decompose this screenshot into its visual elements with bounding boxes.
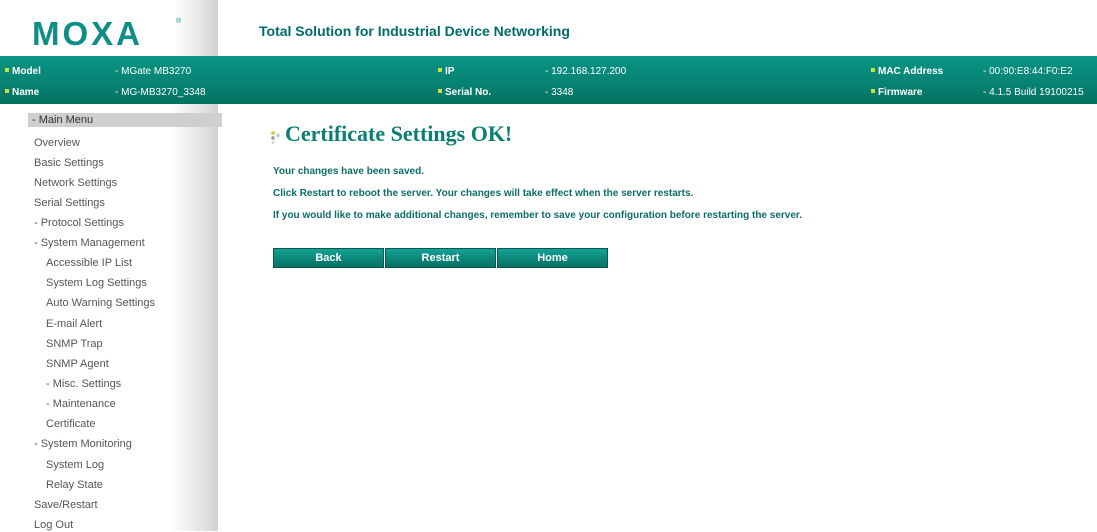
name-label: Name bbox=[5, 87, 39, 99]
menu-item-snmp-trap[interactable]: SNMP Trap bbox=[46, 337, 103, 351]
model-label: Model bbox=[5, 66, 41, 78]
menu-item-relay-state[interactable]: Relay State bbox=[46, 478, 103, 492]
ip-label-text: IP bbox=[445, 66, 455, 77]
sidebar bbox=[0, 104, 218, 531]
menu-item-snmp-agent[interactable]: SNMP Agent bbox=[46, 357, 109, 371]
bullet-square-icon bbox=[871, 68, 875, 73]
title-dots-icon bbox=[271, 131, 280, 144]
message-additional-changes: If you would like to make additional cha… bbox=[273, 210, 803, 221]
page-title: Certificate Settings OK! bbox=[285, 121, 513, 146]
bullet-square-icon bbox=[438, 89, 442, 94]
bullet-square-icon bbox=[5, 68, 9, 73]
bullet-square-icon bbox=[438, 68, 442, 73]
header-tagline: Total Solution for Industrial Device Net… bbox=[259, 23, 570, 39]
menu-item-network-settings[interactable]: Network Settings bbox=[34, 176, 117, 190]
back-button[interactable]: Back bbox=[273, 248, 384, 268]
menu-item-email-alert[interactable]: E-mail Alert bbox=[46, 317, 102, 331]
serial-value: - 3348 bbox=[545, 87, 574, 98]
menu-item-misc-settings[interactable]: - Misc. Settings bbox=[46, 377, 121, 391]
menu-item-auto-warning-settings[interactable]: Auto Warning Settings bbox=[46, 296, 155, 310]
menu-item-system-monitoring[interactable]: - System Monitoring bbox=[34, 437, 132, 451]
message-restart-info: Click Restart to reboot the server. Your… bbox=[273, 188, 694, 199]
menu-item-accessible-ip-list[interactable]: Accessible IP List bbox=[46, 256, 132, 270]
firmware-label-text: Firmware bbox=[878, 87, 923, 98]
name-value: - MG-MB3270_3348 bbox=[115, 87, 206, 98]
message-saved: Your changes have been saved. bbox=[273, 166, 424, 177]
main-menu-title[interactable]: - Main Menu bbox=[28, 113, 222, 127]
menu-item-overview[interactable]: Overview bbox=[34, 136, 80, 150]
menu-item-basic-settings[interactable]: Basic Settings bbox=[34, 156, 104, 170]
device-info-bar: Model - MGate MB3270 Name - MG-MB3270_33… bbox=[0, 56, 1097, 104]
logo-area: MOXA ® bbox=[0, 0, 218, 56]
firmware-label: Firmware bbox=[871, 87, 922, 99]
serial-label: Serial No. bbox=[438, 87, 491, 99]
menu-item-log-out[interactable]: Log Out bbox=[34, 518, 73, 532]
logo-registered-mark: ® bbox=[176, 18, 182, 25]
model-label-text: Model bbox=[12, 66, 41, 77]
mac-value: - 00:90:E8:44:F0:E2 bbox=[983, 66, 1073, 77]
menu-item-maintenance[interactable]: - Maintenance bbox=[46, 397, 116, 411]
bullet-square-icon bbox=[5, 89, 9, 94]
menu-item-protocol-settings[interactable]: - Protocol Settings bbox=[34, 216, 124, 230]
firmware-value: - 4.1.5 Build 19100215 bbox=[983, 87, 1084, 98]
serial-label-text: Serial No. bbox=[445, 87, 492, 98]
ip-value: - 192.168.127.200 bbox=[545, 66, 627, 77]
mac-label: MAC Address bbox=[871, 66, 943, 78]
model-value: - MGate MB3270 bbox=[115, 66, 192, 77]
mac-label-text: MAC Address bbox=[878, 66, 944, 77]
restart-button[interactable]: Restart bbox=[385, 248, 496, 268]
header: MOXA ® Total Solution for Industrial Dev… bbox=[0, 0, 1097, 56]
menu-item-certificate[interactable]: Certificate bbox=[46, 417, 96, 431]
menu-item-system-management[interactable]: - System Management bbox=[34, 236, 145, 250]
moxa-logo[interactable]: MOXA bbox=[32, 14, 143, 54]
ip-label: IP bbox=[438, 66, 454, 78]
menu-item-serial-settings[interactable]: Serial Settings bbox=[34, 196, 105, 210]
home-button[interactable]: Home bbox=[497, 248, 608, 268]
name-label-text: Name bbox=[12, 87, 40, 98]
menu-item-save-restart[interactable]: Save/Restart bbox=[34, 498, 98, 512]
menu-item-system-log-settings[interactable]: System Log Settings bbox=[46, 276, 147, 290]
bullet-square-icon bbox=[871, 89, 875, 94]
menu-item-system-log[interactable]: System Log bbox=[46, 458, 104, 472]
